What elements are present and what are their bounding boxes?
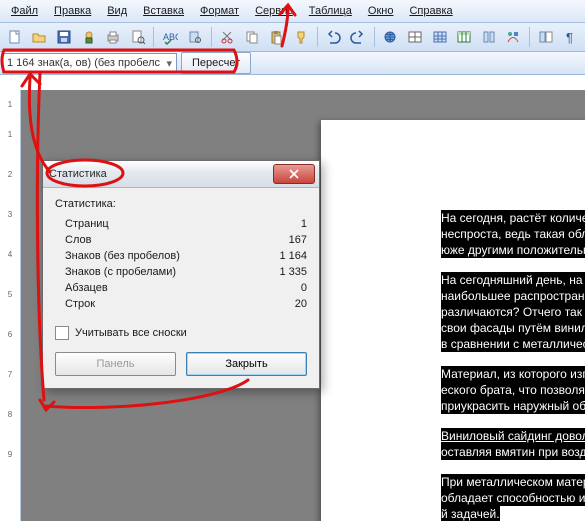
toolbar-separator bbox=[529, 27, 530, 47]
menu-format[interactable]: Формат bbox=[193, 3, 246, 19]
doc-map-icon[interactable] bbox=[535, 25, 557, 49]
stat-row-words: Слов167 bbox=[55, 232, 307, 248]
menu-edit[interactable]: Правка bbox=[47, 3, 98, 19]
selected-text[interactable]: оставляя вмятин при воздей bbox=[441, 444, 585, 460]
stat-row-pages: Страниц1 bbox=[55, 216, 307, 232]
statistics-dialog: Статистика Статистика: Страниц1 Слов167 … bbox=[42, 160, 320, 389]
menu-table[interactable]: Таблица bbox=[302, 3, 359, 19]
format-painter-icon[interactable] bbox=[290, 25, 312, 49]
selected-text[interactable]: неспроста, ведь такая облиц bbox=[441, 226, 585, 242]
insert-table-icon[interactable] bbox=[429, 25, 451, 49]
tables-borders-icon[interactable] bbox=[404, 25, 426, 49]
menu-view[interactable]: Вид bbox=[100, 3, 134, 19]
document-page[interactable]: На сегодня, растёт количест неспроста, в… bbox=[321, 120, 585, 521]
panel-button[interactable]: Панель bbox=[55, 352, 176, 376]
stat-row-lines: Строк20 bbox=[55, 296, 307, 312]
stat-row-chars-spaces: Знаков (с пробелами)1 335 bbox=[55, 264, 307, 280]
stat-row-chars-nospaces: Знаков (без пробелов)1 164 bbox=[55, 248, 307, 264]
save-icon[interactable] bbox=[53, 25, 75, 49]
copy-icon[interactable] bbox=[241, 25, 263, 49]
checkbox-label: Учитывать все сноски bbox=[75, 327, 187, 339]
selected-text[interactable]: Виниловый сайдинг довольн bbox=[441, 428, 585, 444]
open-icon[interactable] bbox=[29, 25, 51, 49]
menu-window[interactable]: Окно bbox=[361, 3, 401, 19]
selected-text[interactable]: На сегодняшний день, на ры bbox=[441, 272, 585, 288]
selected-text[interactable]: приукрасить наружный обли bbox=[441, 398, 585, 414]
insert-worksheet-icon[interactable] bbox=[453, 25, 475, 49]
menu-insert[interactable]: Вставка bbox=[136, 3, 191, 19]
permission-icon[interactable] bbox=[78, 25, 100, 49]
stat-row-paragraphs: Абзацев0 bbox=[55, 280, 307, 296]
selected-text[interactable]: различаются? Отчего так у bbox=[441, 304, 585, 320]
recount-button[interactable]: Пересчет bbox=[181, 52, 251, 74]
selected-text[interactable]: юже другими положительны bbox=[441, 242, 585, 258]
cut-icon[interactable] bbox=[216, 25, 238, 49]
research-icon[interactable] bbox=[184, 25, 206, 49]
menu-file[interactable]: Файл bbox=[4, 3, 45, 19]
dialog-heading: Статистика: bbox=[55, 198, 307, 210]
dialog-body: Статистика: Страниц1 Слов167 Знаков (без… bbox=[43, 188, 319, 388]
selected-text[interactable]: й задачей. bbox=[441, 506, 500, 521]
footnotes-checkbox-row[interactable]: Учитывать все сноски bbox=[55, 326, 307, 340]
close-icon bbox=[288, 169, 300, 179]
selected-text[interactable]: наибольшее распространени bbox=[441, 288, 585, 304]
dialog-titlebar[interactable]: Статистика bbox=[43, 161, 319, 188]
wordcount-toolbar: 1 164 знак(а, ов) (без пробелс ▾ Пересче… bbox=[0, 52, 585, 75]
selected-text[interactable]: На сегодня, растёт количест bbox=[441, 210, 585, 226]
hyperlink-icon[interactable] bbox=[380, 25, 402, 49]
toolbar-separator bbox=[374, 27, 375, 47]
selected-text[interactable]: Материал, из которого изгот bbox=[441, 366, 585, 382]
menu-help[interactable]: Справка bbox=[402, 3, 459, 19]
selected-text[interactable]: обладает способностью ими bbox=[441, 490, 585, 506]
word-app-window: Файл Правка Вид Вставка Формат Сервис Та… bbox=[0, 0, 585, 521]
selected-text[interactable]: При металлическом материа bbox=[441, 474, 585, 490]
svg-text:¶: ¶ bbox=[566, 30, 573, 45]
toolbar-separator bbox=[153, 27, 154, 47]
menu-bar: Файл Правка Вид Вставка Формат Сервис Та… bbox=[0, 0, 585, 23]
selected-text[interactable]: в сравнении с металлическ bbox=[441, 336, 585, 352]
show-formatting-icon[interactable]: ¶ bbox=[560, 25, 582, 49]
new-doc-icon[interactable] bbox=[4, 25, 26, 49]
toolbar-separator bbox=[211, 27, 212, 47]
standard-toolbar: ABC ¶ bbox=[0, 23, 585, 52]
selected-text[interactable]: свои фасады путём винилов bbox=[441, 320, 585, 336]
wordcount-text: 1 164 знак(а, ов) (без пробелс bbox=[7, 57, 160, 69]
columns-icon[interactable] bbox=[478, 25, 500, 49]
dialog-title: Статистика bbox=[49, 168, 107, 180]
wordcount-field[interactable]: 1 164 знак(а, ов) (без пробелс ▾ bbox=[2, 53, 177, 73]
close-button[interactable]: Закрыть bbox=[186, 352, 307, 376]
spelling-icon[interactable]: ABC bbox=[159, 25, 181, 49]
toolbar-separator bbox=[317, 27, 318, 47]
paste-icon[interactable] bbox=[266, 25, 288, 49]
drawing-icon[interactable] bbox=[503, 25, 525, 49]
redo-icon[interactable] bbox=[347, 25, 369, 49]
print-icon[interactable] bbox=[102, 25, 124, 49]
menu-tools[interactable]: Сервис bbox=[248, 3, 300, 19]
undo-icon[interactable] bbox=[323, 25, 345, 49]
checkbox-icon[interactable] bbox=[55, 326, 69, 340]
dialog-close-button[interactable] bbox=[273, 164, 315, 184]
print-preview-icon[interactable] bbox=[127, 25, 149, 49]
vertical-ruler[interactable]: 1 1 2 3 4 5 6 7 8 9 bbox=[0, 90, 21, 521]
selected-text[interactable]: еского брата, что позволяет bbox=[441, 382, 585, 398]
dropdown-arrow-icon[interactable]: ▾ bbox=[166, 57, 172, 70]
